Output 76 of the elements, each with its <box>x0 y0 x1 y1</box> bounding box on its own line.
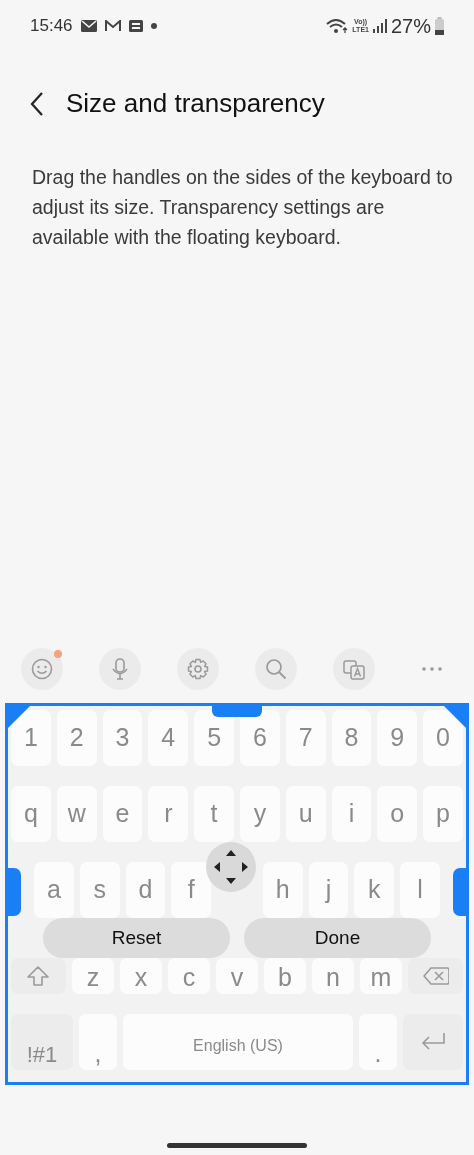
keyboard-key[interactable]: a <box>34 862 74 918</box>
toolbar-button[interactable] <box>255 648 297 690</box>
signal-icon <box>372 19 387 33</box>
translate-icon <box>343 658 365 680</box>
keyboard-key[interactable]: k <box>354 862 395 918</box>
corner-handle-icon <box>8 706 30 728</box>
message-icon <box>128 20 143 32</box>
keyboard-key[interactable]: 6 <box>240 710 280 766</box>
status-time: 15:46 <box>30 15 73 38</box>
more-icon <box>422 667 442 671</box>
right-resize-handle[interactable] <box>453 868 469 916</box>
keyboard-key[interactable]: 7 <box>285 710 326 766</box>
shift-key[interactable] <box>11 958 66 994</box>
keyboard-key[interactable]: v <box>216 958 258 994</box>
emoji-icon <box>31 658 53 680</box>
move-arrows-icon <box>213 849 249 885</box>
keyboard-key[interactable]: 8 <box>331 710 372 766</box>
battery-percent: 27% <box>390 14 431 39</box>
done-button[interactable]: Done <box>244 918 431 958</box>
keyboard-key[interactable]: r <box>148 786 189 842</box>
keyboard-key[interactable]: x <box>120 958 162 994</box>
top-resize-handle[interactable] <box>212 703 262 717</box>
keyboard-key[interactable]: f <box>171 862 212 918</box>
keyboard-key[interactable]: w <box>56 786 97 842</box>
keyboard-key[interactable]: z <box>72 958 114 994</box>
keyboard-key[interactable]: i <box>331 786 372 842</box>
page-title: Size and transparency <box>66 88 325 120</box>
keyboard-key[interactable]: b <box>264 958 306 994</box>
keyboard-key[interactable]: 9 <box>377 710 418 766</box>
keyboard-key[interactable]: j <box>308 862 349 918</box>
toolbar-button[interactable] <box>177 648 219 690</box>
microphone-icon <box>109 658 131 680</box>
keyboard-key[interactable]: . <box>359 1014 397 1070</box>
mail-icon <box>80 20 97 32</box>
left-resize-handle[interactable] <box>5 868 21 916</box>
keyboard-key[interactable]: m <box>360 958 402 994</box>
keyboard-key[interactable]: s <box>79 862 120 918</box>
corner-handle-icon <box>444 706 466 728</box>
keyboard-key[interactable]: o <box>377 786 418 842</box>
notification-dot-icon <box>150 23 157 29</box>
keyboard-key[interactable]: y <box>240 786 280 842</box>
keyboard-key[interactable]: 4 <box>148 710 189 766</box>
keyboard-key[interactable]: 0 <box>423 710 463 766</box>
reset-button[interactable]: Reset <box>43 918 230 958</box>
back-button[interactable] <box>30 91 44 117</box>
mail-icon <box>104 20 121 32</box>
settings-icon <box>187 658 209 680</box>
keyboard-key[interactable]: d <box>125 862 166 918</box>
keyboard-key[interactable]: h <box>262 862 303 918</box>
toolbar-button[interactable] <box>333 648 375 690</box>
search-icon <box>265 658 287 680</box>
wifi-icon <box>326 18 349 34</box>
keyboard-key[interactable]: t <box>194 786 234 842</box>
symbols-key[interactable]: !#1 <box>11 1014 73 1070</box>
description-text: Drag the handles on the sides of the keyboard to adjust its size. Transparency settings are available with the floating keyboard. <box>32 165 454 250</box>
keyboard-key[interactable]: 1 <box>11 710 51 766</box>
shift-icon <box>25 964 52 988</box>
toolbar-button[interactable] <box>21 648 63 690</box>
battery-icon <box>435 17 444 35</box>
backspace-key[interactable] <box>408 958 463 994</box>
keyboard-key[interactable]: p <box>423 786 463 842</box>
enter-key[interactable] <box>403 1014 463 1070</box>
backspace-icon <box>422 964 449 988</box>
keyboard-key[interactable]: u <box>285 786 326 842</box>
keyboard-key[interactable]: 5 <box>194 710 234 766</box>
keyboard-key[interactable]: l <box>400 862 441 918</box>
keyboard-key[interactable]: q <box>11 786 51 842</box>
keyboard-key[interactable]: n <box>312 958 354 994</box>
keyboard-key[interactable]: 2 <box>56 710 97 766</box>
keyboard-key[interactable]: , <box>79 1014 117 1070</box>
toolbar-button[interactable] <box>99 648 141 690</box>
keyboard-key[interactable]: 3 <box>102 710 143 766</box>
keyboard-key[interactable]: c <box>168 958 210 994</box>
move-handle[interactable] <box>206 842 256 892</box>
space-key[interactable]: English (US) <box>123 1014 353 1070</box>
keyboard-key[interactable]: e <box>102 786 143 842</box>
